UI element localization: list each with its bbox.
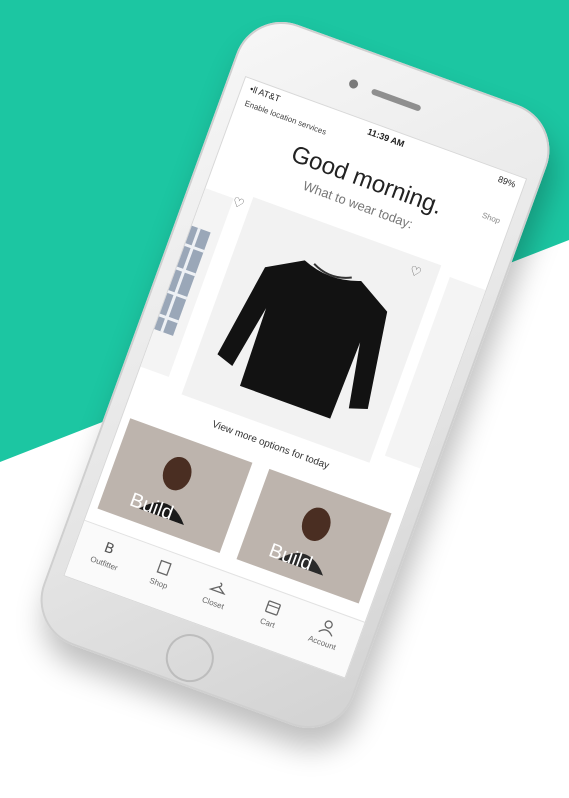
svg-text:B: B (102, 540, 117, 558)
tab-label: Cart (258, 616, 277, 630)
favorite-heart-icon[interactable]: ♡ (230, 194, 248, 213)
tab-cart[interactable]: Cart (239, 589, 304, 637)
shop-icon (156, 559, 172, 577)
cart-icon (265, 600, 281, 616)
account-icon (318, 620, 333, 637)
tab-outfitter[interactable]: B Outfitter (75, 530, 140, 578)
hanger-icon (208, 582, 226, 596)
tab-account[interactable]: Account (293, 609, 358, 657)
outfitter-icon: B (102, 540, 117, 558)
battery-indicator: 89% (496, 174, 518, 190)
tab-closet[interactable]: Closet (184, 569, 249, 617)
tab-shop[interactable]: Shop (130, 549, 195, 597)
